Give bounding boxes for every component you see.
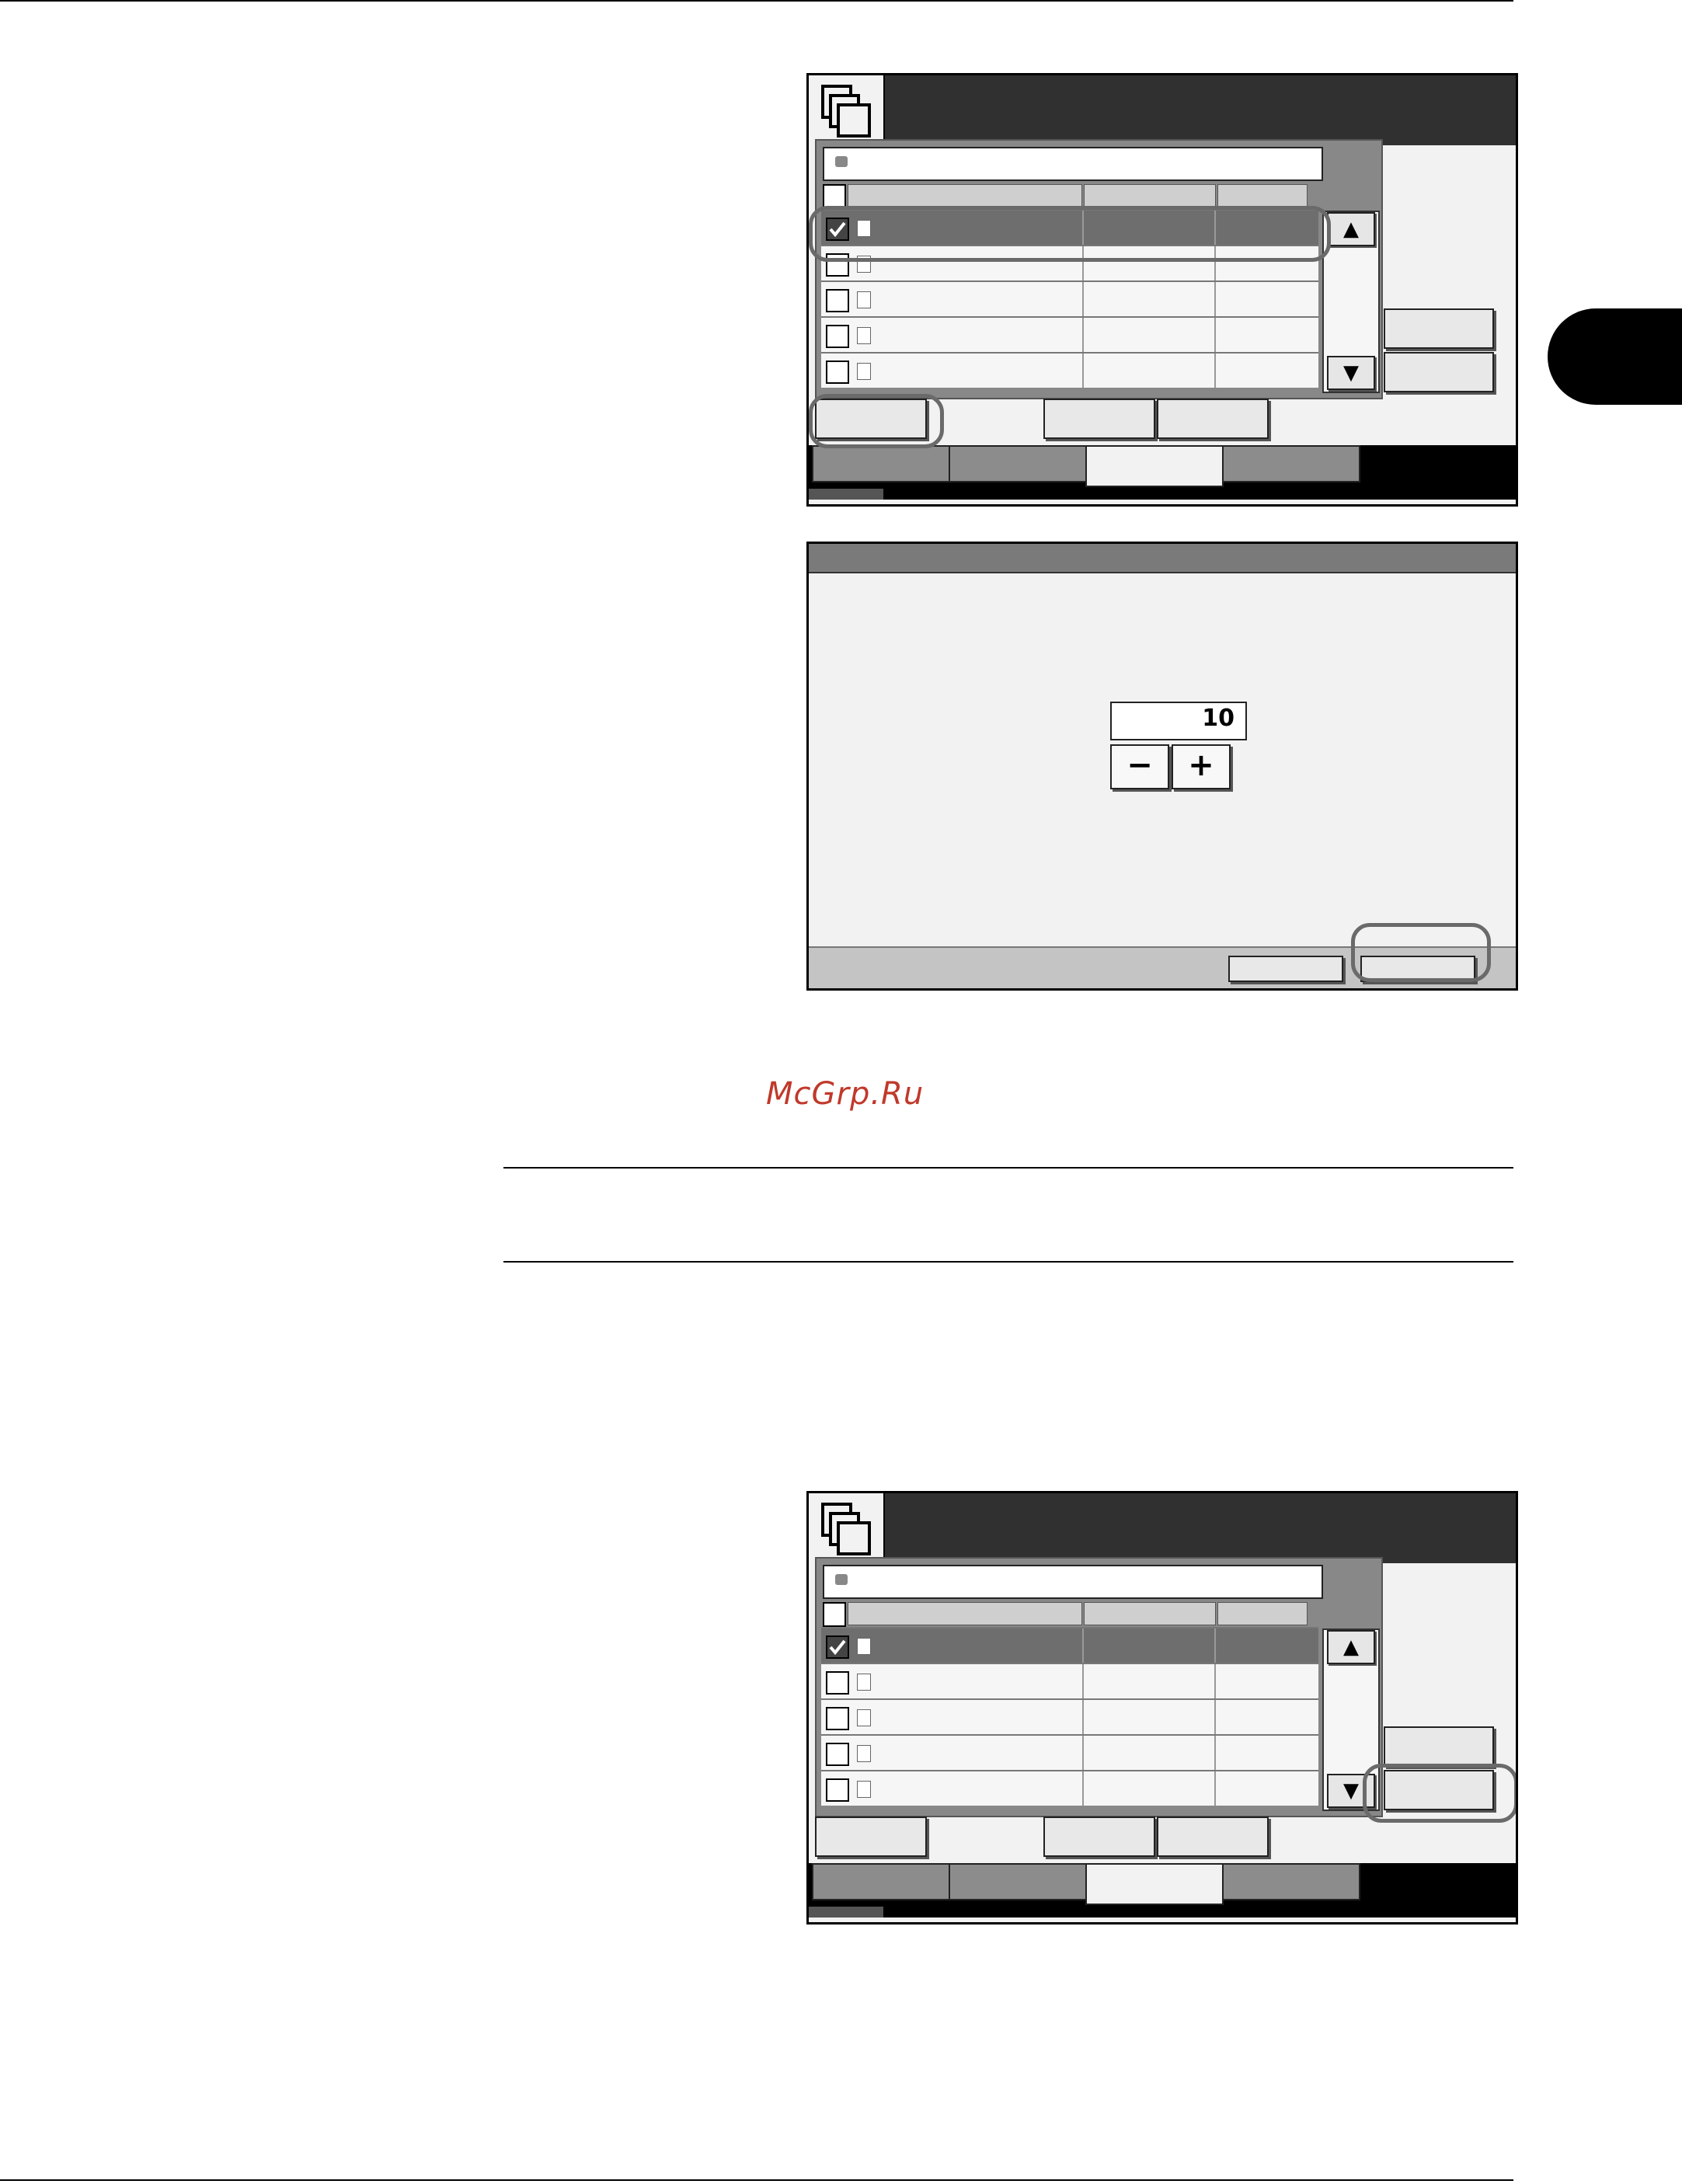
highlight-ring — [1351, 923, 1491, 982]
delete-button[interactable] — [1157, 399, 1269, 439]
tab-2[interactable] — [949, 1863, 1087, 1900]
open-button[interactable] — [1043, 1817, 1155, 1857]
select-all-button[interactable] — [815, 1817, 927, 1857]
document-icon — [857, 1709, 871, 1726]
column-divider — [1082, 1771, 1084, 1806]
column-divider — [1082, 1628, 1084, 1663]
column-divider — [1214, 1664, 1216, 1698]
row-checkbox[interactable] — [826, 289, 849, 312]
select-all-checkbox[interactable] — [823, 1602, 846, 1627]
sort-date-header[interactable] — [1084, 184, 1216, 207]
highlight-ring — [1363, 1764, 1516, 1823]
note-rule-bottom — [503, 1261, 1513, 1263]
document-icon — [857, 1745, 871, 1762]
delete-button[interactable] — [1157, 1817, 1269, 1857]
column-divider — [1214, 1736, 1216, 1770]
chapter-tab — [1548, 308, 1682, 405]
list-row[interactable] — [821, 1734, 1318, 1770]
column-divider — [1214, 1628, 1216, 1663]
detail-button[interactable] — [1384, 1726, 1494, 1767]
tab-bar — [809, 1863, 1516, 1918]
detail-button[interactable] — [1384, 308, 1494, 349]
folder-icon — [835, 156, 848, 167]
sort-date-header[interactable] — [1084, 1602, 1216, 1625]
list-row[interactable] — [821, 1698, 1318, 1734]
document-icon — [857, 1781, 871, 1798]
tab-2[interactable] — [949, 445, 1087, 482]
tab-1[interactable] — [812, 445, 950, 482]
highlight-ring — [809, 394, 944, 448]
column-divider — [1082, 282, 1084, 316]
note-rule-top — [503, 1167, 1513, 1169]
row-checkbox[interactable] — [826, 1707, 849, 1730]
row-checkbox[interactable] — [826, 1635, 849, 1659]
open-button[interactable] — [1043, 399, 1155, 439]
document-icon — [857, 1638, 871, 1655]
file-list: ▲ ▼ — [815, 139, 1383, 399]
bottom-rule — [0, 2179, 1513, 2181]
plus-button[interactable]: + — [1172, 744, 1231, 789]
document-icon — [857, 291, 871, 308]
scroll-up-button[interactable]: ▲ — [1327, 1630, 1375, 1664]
list-row[interactable] — [821, 352, 1318, 388]
column-divider — [1214, 282, 1216, 316]
document-box-icon — [809, 1493, 885, 1563]
tab-4[interactable] — [1222, 1863, 1360, 1900]
document-box-icon — [809, 75, 885, 145]
column-divider — [1214, 1771, 1216, 1806]
list-row[interactable] — [821, 1770, 1318, 1806]
row-checkbox[interactable] — [826, 1743, 849, 1766]
column-divider — [1082, 1736, 1084, 1770]
cancel-button[interactable] — [1228, 956, 1343, 982]
sort-name-header[interactable] — [848, 184, 1082, 207]
tab-3-active[interactable] — [1085, 445, 1224, 487]
column-divider — [1082, 1664, 1084, 1698]
file-list: ▲ ▼ — [815, 1557, 1383, 1817]
document-icon — [857, 363, 871, 380]
highlight-ring — [809, 206, 1331, 262]
document-icon — [857, 327, 871, 344]
list-row[interactable] — [821, 1663, 1318, 1698]
column-divider — [1082, 318, 1084, 352]
number-entry-dialog: 10 − + — [806, 542, 1518, 991]
folder-path-field — [823, 147, 1323, 181]
tab-4[interactable] — [1222, 445, 1360, 482]
scroll-down-button[interactable]: ▼ — [1327, 356, 1375, 390]
row-checkbox[interactable] — [826, 1778, 849, 1802]
scroll-up-button[interactable]: ▲ — [1327, 212, 1375, 246]
document-box-panel-2: ▲ ▼ — [806, 1491, 1518, 1924]
sort-name-header[interactable] — [848, 1602, 1082, 1625]
row-checkbox[interactable] — [826, 325, 849, 348]
title-bar — [809, 75, 1516, 145]
list-row[interactable] — [821, 280, 1318, 316]
sort-size-header[interactable] — [1217, 184, 1308, 207]
tab-bar — [809, 445, 1516, 500]
dialog-title-bar — [809, 544, 1516, 573]
minus-button[interactable]: − — [1110, 744, 1169, 789]
column-divider — [1082, 1700, 1084, 1734]
counter-value-field[interactable]: 10 — [1110, 702, 1247, 740]
column-divider — [1082, 354, 1084, 388]
document-icon — [857, 1674, 871, 1691]
column-divider — [1214, 1700, 1216, 1734]
column-divider — [1214, 354, 1216, 388]
document-box-panel-1: ▲ ▼ — [806, 73, 1518, 507]
top-rule — [0, 0, 1513, 2]
scrollbar[interactable]: ▲ ▼ — [1322, 211, 1380, 393]
print-button[interactable] — [1384, 352, 1494, 392]
folder-icon — [835, 1574, 848, 1585]
row-checkbox[interactable] — [826, 1671, 849, 1695]
watermark-text: McGrp.Ru — [766, 1076, 925, 1112]
row-checkbox[interactable] — [826, 361, 849, 384]
tab-3-active[interactable] — [1085, 1863, 1224, 1905]
tab-1[interactable] — [812, 1863, 950, 1900]
column-divider — [1214, 318, 1216, 352]
title-bar — [809, 1493, 1516, 1563]
status-indicator — [809, 1907, 883, 1918]
status-indicator — [809, 489, 883, 500]
list-row[interactable] — [821, 316, 1318, 352]
sort-size-header[interactable] — [1217, 1602, 1308, 1625]
list-row[interactable] — [821, 1627, 1318, 1663]
folder-path-field — [823, 1565, 1323, 1599]
